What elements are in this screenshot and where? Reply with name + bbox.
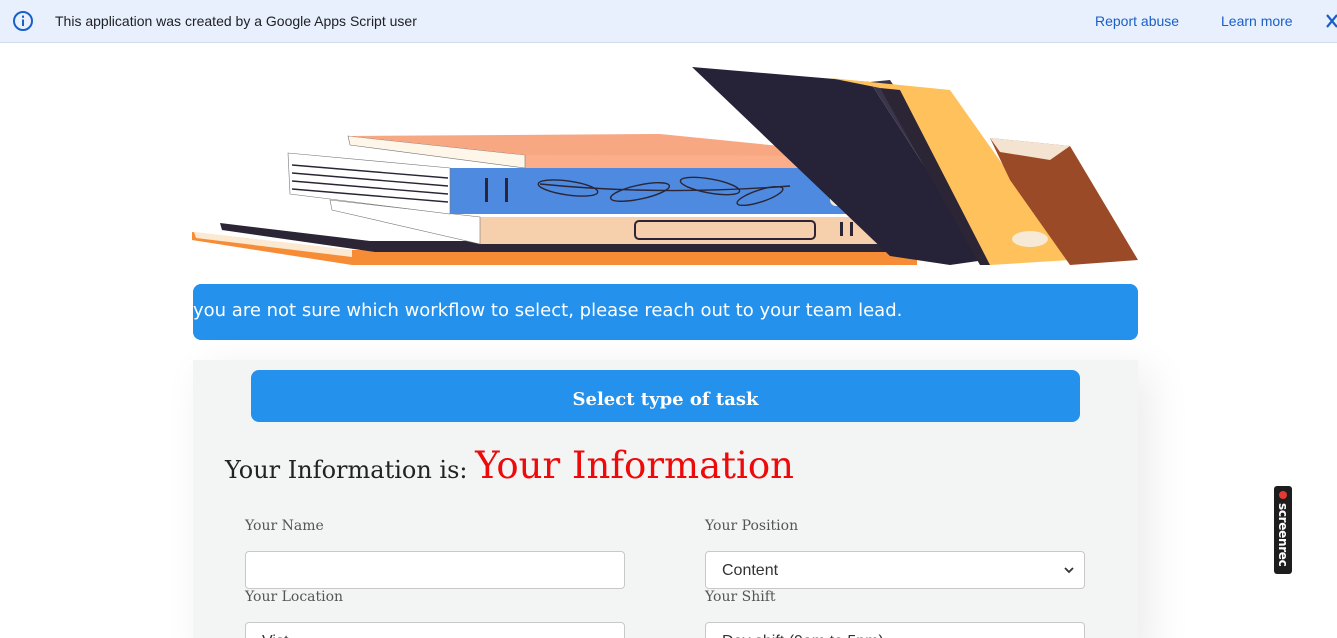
- notice-text: you are not sure which workflow to selec…: [193, 300, 903, 321]
- info-value: Your Information: [475, 444, 794, 487]
- screenrec-tab[interactable]: screenrec: [1274, 486, 1292, 574]
- position-select[interactable]: Content: [705, 551, 1085, 589]
- position-label: Your Position: [705, 518, 799, 534]
- books-illustration: [192, 67, 1138, 265]
- name-input[interactable]: [245, 551, 625, 589]
- workflow-notice: you are not sure which workflow to selec…: [193, 284, 1138, 340]
- info-heading: Your Information is: Your Information: [225, 444, 794, 487]
- chevron-down-icon: [1064, 567, 1074, 574]
- shift-label: Your Shift: [705, 589, 776, 605]
- select-task-button[interactable]: Select type of task: [251, 370, 1080, 422]
- location-input[interactable]: Vist...: [245, 622, 625, 638]
- report-abuse-link[interactable]: Report abuse: [1095, 13, 1179, 29]
- location-label: Your Location: [245, 589, 344, 605]
- info-icon: [13, 11, 33, 31]
- name-label: Your Name: [245, 518, 324, 534]
- record-icon: [1279, 491, 1287, 499]
- apps-script-banner: This application was created by a Google…: [0, 0, 1337, 43]
- info-label: Your Information is:: [225, 456, 476, 484]
- close-icon[interactable]: [1322, 10, 1337, 32]
- position-value: Content: [722, 562, 779, 579]
- screenrec-label: screenrec: [1276, 503, 1290, 567]
- shift-select[interactable]: Day shift (9am to 5pm): [705, 622, 1085, 638]
- form-panel: Select type of task Your Information is:…: [193, 360, 1138, 638]
- learn-more-link[interactable]: Learn more: [1221, 13, 1293, 29]
- banner-message: This application was created by a Google…: [55, 13, 417, 29]
